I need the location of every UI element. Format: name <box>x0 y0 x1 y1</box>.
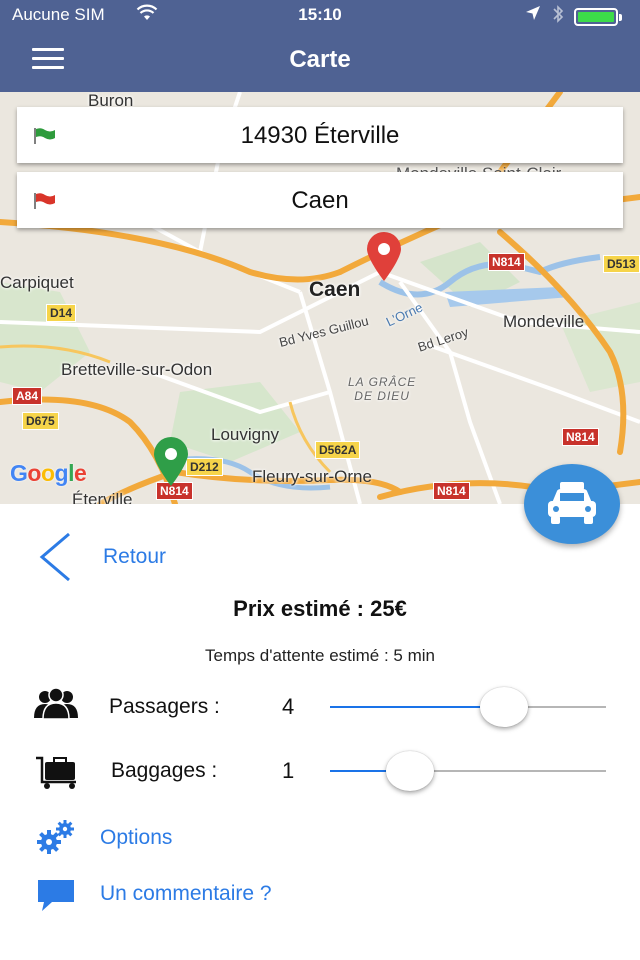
navigation-bar: Aucune SIM 15:10 Carte <box>0 0 640 92</box>
options-link[interactable]: Options <box>100 826 172 850</box>
car-icon <box>548 482 596 524</box>
road-shield-d513: D513 <box>603 255 640 273</box>
map-label-bretteville: Bretteville-sur-Odon <box>61 360 213 379</box>
destination-address-text: Caen <box>291 187 349 214</box>
passengers-slider[interactable] <box>330 687 606 727</box>
clock-label: 15:10 <box>298 5 342 24</box>
passengers-icon <box>34 688 78 720</box>
luggage-label: Baggages : <box>111 759 218 782</box>
gears-icon <box>37 820 74 854</box>
start-address-field[interactable]: 14930 Éterville <box>17 107 623 163</box>
road-shield-n814: N814 <box>562 428 599 446</box>
destination-address-field[interactable]: Caen <box>17 172 623 228</box>
estimated-wait-time: Temps d'attente estimé : 5 min <box>204 646 435 665</box>
comment-link[interactable]: Un commentaire ? <box>100 882 272 906</box>
status-bar: Aucune SIM 15:10 <box>0 0 640 30</box>
road-shield-a84: A84 <box>12 387 43 405</box>
location-arrow-icon <box>525 5 541 26</box>
map-label-eterville: Éterville <box>72 490 133 504</box>
chevron-left-icon[interactable] <box>36 532 76 582</box>
road-shield-d212: D212 <box>186 458 223 476</box>
slider-thumb[interactable] <box>479 687 528 727</box>
passengers-label: Passagers : <box>109 695 220 718</box>
order-taxi-button[interactable] <box>524 464 620 544</box>
destination-marker-icon[interactable] <box>365 232 403 282</box>
road-shield-d562a: D562A <box>315 441 361 459</box>
road-shield-d675: D675 <box>22 412 59 430</box>
luggage-cart-icon <box>36 756 76 789</box>
bluetooth-icon <box>552 4 564 29</box>
back-button[interactable]: Retour <box>103 545 166 569</box>
map-label-grace: LA GRÂCE DE DIEU <box>348 375 417 403</box>
map-label-louvigny: Louvigny <box>211 425 280 444</box>
estimated-price: Prix estimé : 25€ <box>233 596 407 621</box>
battery-icon <box>574 8 622 26</box>
start-address-text: 14930 Éterville <box>240 122 400 149</box>
road-shield-n814: N814 <box>488 253 525 271</box>
map-label-fleury: Fleury-sur-Orne <box>252 467 372 486</box>
luggage-value: 1 <box>282 758 295 783</box>
road-shield-n814: N814 <box>433 482 470 500</box>
map-label-carpiquet: Carpiquet <box>0 273 74 292</box>
map-label-caen: Caen <box>309 278 361 301</box>
slider-thumb[interactable] <box>386 751 435 791</box>
start-marker-icon[interactable] <box>152 437 190 487</box>
google-logo: Google <box>10 460 87 486</box>
comment-bubble-icon <box>38 880 74 911</box>
map-label-mondeville: Mondeville <box>503 312 585 331</box>
page-title: Carte <box>289 46 351 73</box>
road-shield-d14: D14 <box>46 304 77 322</box>
luggage-slider[interactable] <box>330 751 606 791</box>
passengers-value: 4 <box>282 694 295 719</box>
